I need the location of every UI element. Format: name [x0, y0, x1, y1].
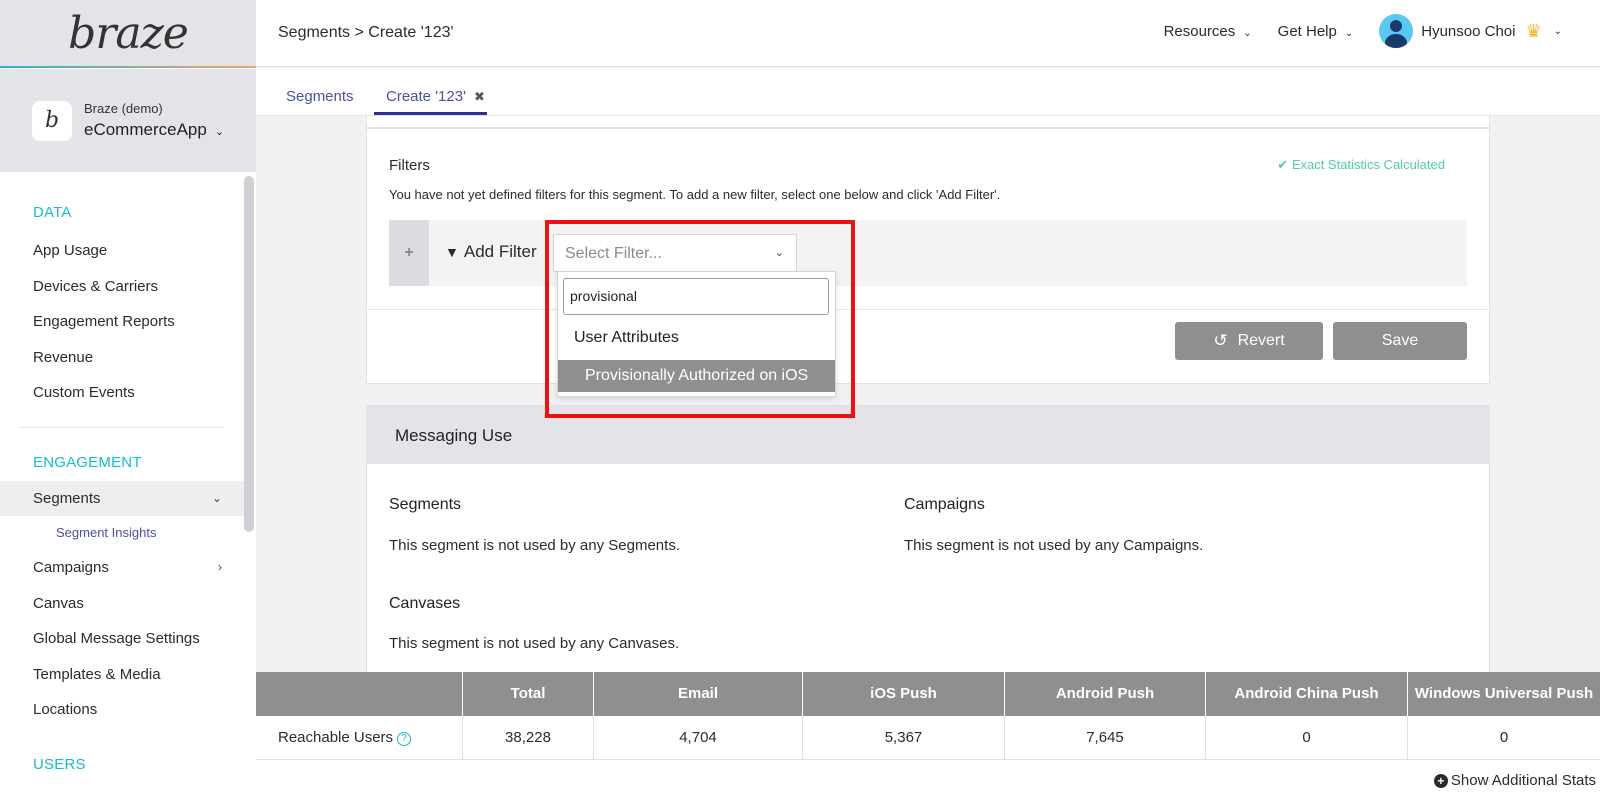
- canvases-text: This segment is not used by any Canvases…: [389, 635, 680, 652]
- close-icon[interactable]: ✖: [474, 89, 485, 104]
- avatar: [1379, 14, 1414, 48]
- nav-item-canvas[interactable]: Canvas: [0, 586, 244, 622]
- sidebar-scrollbar[interactable]: [244, 176, 254, 532]
- column-header: Email: [593, 672, 802, 716]
- nav-item-app-usage[interactable]: App Usage: [0, 233, 244, 269]
- table-cell: 5,367: [802, 716, 1004, 760]
- checkmark-icon: ✔: [1277, 157, 1292, 172]
- logo-area: braze: [0, 0, 256, 68]
- nav-section-engagement: ENGAGEMENT: [33, 453, 142, 471]
- messaging-use-card: Messaging Use Segments This segment is n…: [366, 405, 1490, 685]
- braze-logo[interactable]: braze: [68, 8, 189, 59]
- resources-menu[interactable]: Resources ⌄: [1164, 23, 1252, 40]
- tab-bar: Segments Create '123' ✖: [256, 68, 1600, 116]
- nav-item-devices-carriers[interactable]: Devices & Carriers: [0, 269, 244, 305]
- campaigns-title: Campaigns: [904, 496, 985, 513]
- chevron-down-icon: ⌄: [211, 490, 222, 505]
- show-additional-stats-link[interactable]: + Show Additional Stats: [1433, 772, 1596, 789]
- messaging-header: Messaging Use: [367, 406, 1489, 464]
- nav-item-revenue[interactable]: Revenue: [0, 340, 244, 376]
- nav-item-segments[interactable]: Segments ⌄: [0, 480, 244, 516]
- chevron-right-icon: ›: [218, 560, 222, 574]
- user-menu[interactable]: Hyunsoo Choi ♛ ⌄: [1379, 14, 1562, 48]
- nav-item-locations[interactable]: Locations: [0, 692, 244, 728]
- nav-item-templates-media[interactable]: Templates & Media: [0, 657, 244, 693]
- exact-stats-status: ✔ Exact Statistics Calculated: [1277, 157, 1445, 172]
- card-top-edge: [366, 116, 1490, 128]
- nav-item-campaigns[interactable]: Campaigns ›: [0, 550, 244, 586]
- undo-icon: ↺: [1213, 331, 1228, 350]
- table-cell: 0: [1205, 716, 1407, 760]
- row-label: Reachable Users?: [278, 729, 412, 746]
- canvases-title: Canvases: [389, 595, 461, 612]
- chevron-down-icon: ⌄: [1243, 27, 1252, 39]
- highlight-annotation: [545, 220, 855, 418]
- nav-section-data: DATA: [33, 204, 72, 221]
- stats-header-row: Total Email iOS Push Android Push Androi…: [256, 672, 1600, 716]
- app-switcher[interactable]: b Braze (demo) eCommerceApp ⌄: [0, 68, 256, 172]
- nav-item-engagement-reports[interactable]: Engagement Reports: [0, 304, 244, 340]
- column-header: Android Push: [1004, 672, 1205, 716]
- nav-item-segment-insights[interactable]: Segment Insights: [0, 516, 244, 550]
- plus-circle-icon: +: [1433, 774, 1448, 788]
- chevron-down-icon: ⌄: [1553, 25, 1562, 37]
- add-filter-label: ▼ Add Filter: [445, 242, 537, 261]
- save-button[interactable]: Save: [1333, 322, 1467, 360]
- plus-icon[interactable]: +: [389, 220, 429, 286]
- nav-section-users: USERS: [33, 755, 86, 773]
- column-header: iOS Push: [802, 672, 1004, 716]
- nav-item-custom-events[interactable]: Custom Events: [0, 375, 244, 411]
- messaging-title: Messaging Use: [395, 426, 513, 445]
- filters-card: Filters ✔ Exact Statistics Calculated Yo…: [366, 128, 1490, 384]
- table-cell: 0: [1407, 716, 1600, 760]
- segments-title: Segments: [389, 496, 462, 513]
- app-icon: b: [32, 100, 72, 141]
- table-cell: 4,704: [593, 716, 802, 760]
- segments-text: This segment is not used by any Segments…: [389, 537, 680, 554]
- table-cell: 7,645: [1004, 716, 1205, 760]
- get-help-menu[interactable]: Get Help ⌄: [1278, 23, 1354, 40]
- help-icon[interactable]: ?: [397, 732, 412, 746]
- nav-menu: DATA App Usage Devices & Carriers Engage…: [0, 176, 244, 796]
- funnel-icon: ▼: [445, 244, 459, 260]
- crown-icon: ♛: [1525, 20, 1542, 41]
- app-org: Braze (demo): [84, 101, 163, 116]
- column-header: Windows Universal Push: [1407, 672, 1600, 716]
- app-name[interactable]: eCommerceApp ⌄: [84, 120, 224, 140]
- filters-title: Filters: [389, 157, 430, 174]
- tab-create-123[interactable]: Create '123' ✖: [386, 88, 485, 105]
- tab-segments[interactable]: Segments: [286, 88, 354, 105]
- user-name: Hyunsoo Choi: [1421, 22, 1516, 40]
- column-header: Total: [462, 672, 593, 716]
- active-tab-indicator: [374, 112, 487, 115]
- chevron-down-icon: ⌄: [214, 126, 225, 138]
- top-header: Segments > Create '123' Resources ⌄ Get H…: [256, 0, 1600, 67]
- nav-item-global-message-settings[interactable]: Global Message Settings: [0, 621, 244, 657]
- campaigns-text: This segment is not used by any Campaign…: [904, 537, 1204, 554]
- filters-description: You have not yet defined filters for thi…: [389, 187, 1001, 202]
- table-row: Reachable Users? 38,228 4,704 5,367 7,64…: [256, 716, 1600, 760]
- breadcrumb: Segments > Create '123': [278, 24, 454, 41]
- revert-button[interactable]: ↺ Revert: [1175, 322, 1323, 360]
- table-cell: 38,228: [462, 716, 593, 760]
- column-header: Android China Push: [1205, 672, 1407, 716]
- sidebar: braze b Braze (demo) eCommerceApp ⌄ DATA …: [0, 0, 256, 796]
- stats-table: Total Email iOS Push Android Push Androi…: [256, 672, 1600, 796]
- divider: [367, 309, 1489, 310]
- chevron-down-icon: ⌄: [1344, 27, 1354, 39]
